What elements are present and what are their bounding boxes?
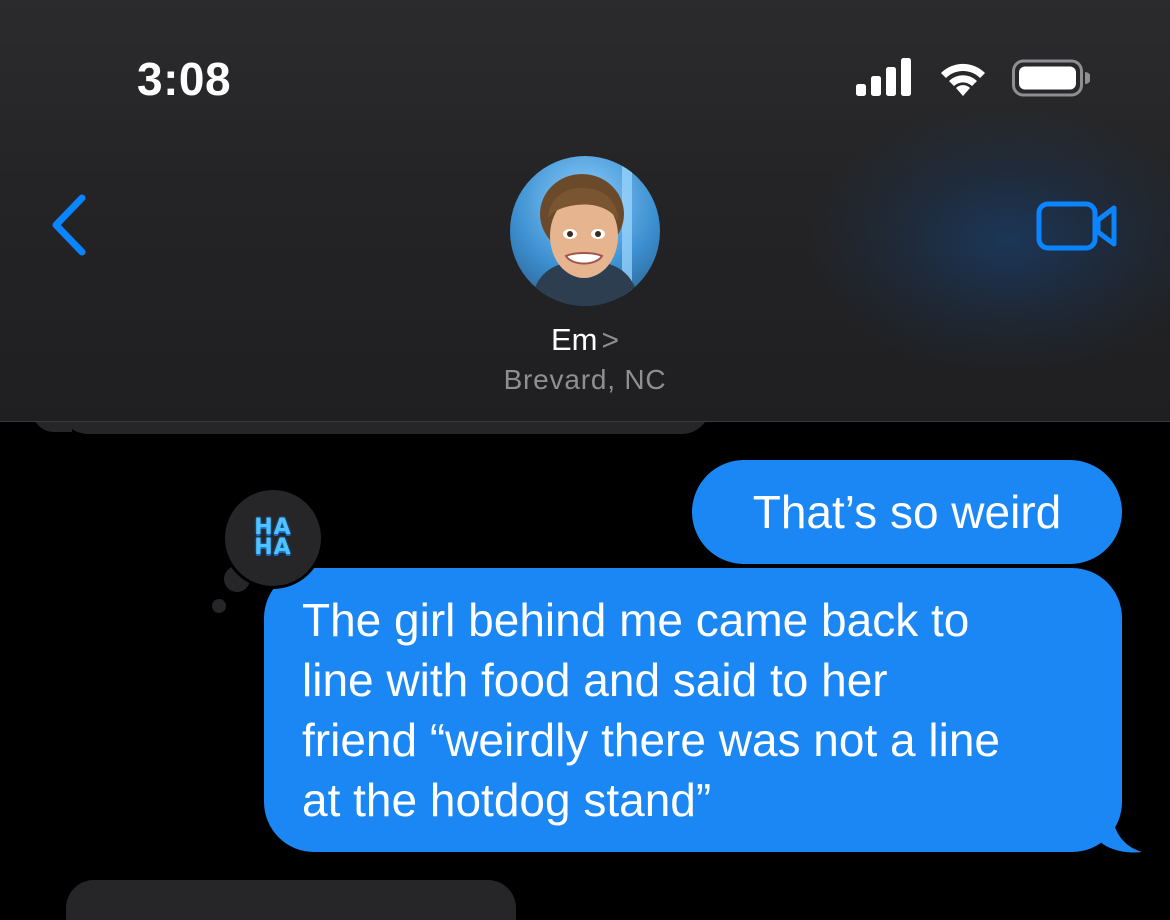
message-text-line: line with food and said to her (302, 654, 888, 706)
status-icons (856, 56, 1090, 100)
avatar-photo (510, 156, 660, 306)
received-message-bubble-partial[interactable] (66, 880, 516, 920)
contact-name: Em (550, 322, 598, 357)
tapback-label: HA (254, 535, 292, 560)
tapback-dot (212, 599, 226, 613)
message-text-line: The girl behind me came back to (302, 594, 970, 646)
sent-message-bubble[interactable]: The girl behind me came back to line wit… (264, 568, 1122, 852)
sent-bubble-tail (1098, 808, 1142, 853)
back-chevron-icon[interactable] (44, 190, 96, 260)
wifi-icon (941, 63, 985, 96)
sent-message-bubble[interactable]: That’s so weird (692, 460, 1122, 564)
contact-avatar[interactable] (510, 156, 660, 306)
message-text: That’s so weird (752, 486, 1062, 538)
battery-icon (1012, 59, 1090, 97)
message-text-line: at the hotdog stand” (302, 774, 712, 826)
facetime-video-icon[interactable] (1036, 200, 1120, 252)
chevron-right-icon: > (601, 324, 620, 357)
contact-location: Brevard, NC (503, 364, 667, 395)
conversation-header: 3:08 Em > Brevard, NC (0, 0, 1170, 422)
haha-tapback-icon[interactable]: HA HA (222, 487, 324, 589)
cellular-signal-icon (856, 58, 911, 96)
status-time: 3:08 (137, 53, 232, 105)
message-text-line: friend “weirdly there was not a line (302, 714, 1000, 766)
contact-name-button[interactable]: Em > (0, 322, 1170, 358)
